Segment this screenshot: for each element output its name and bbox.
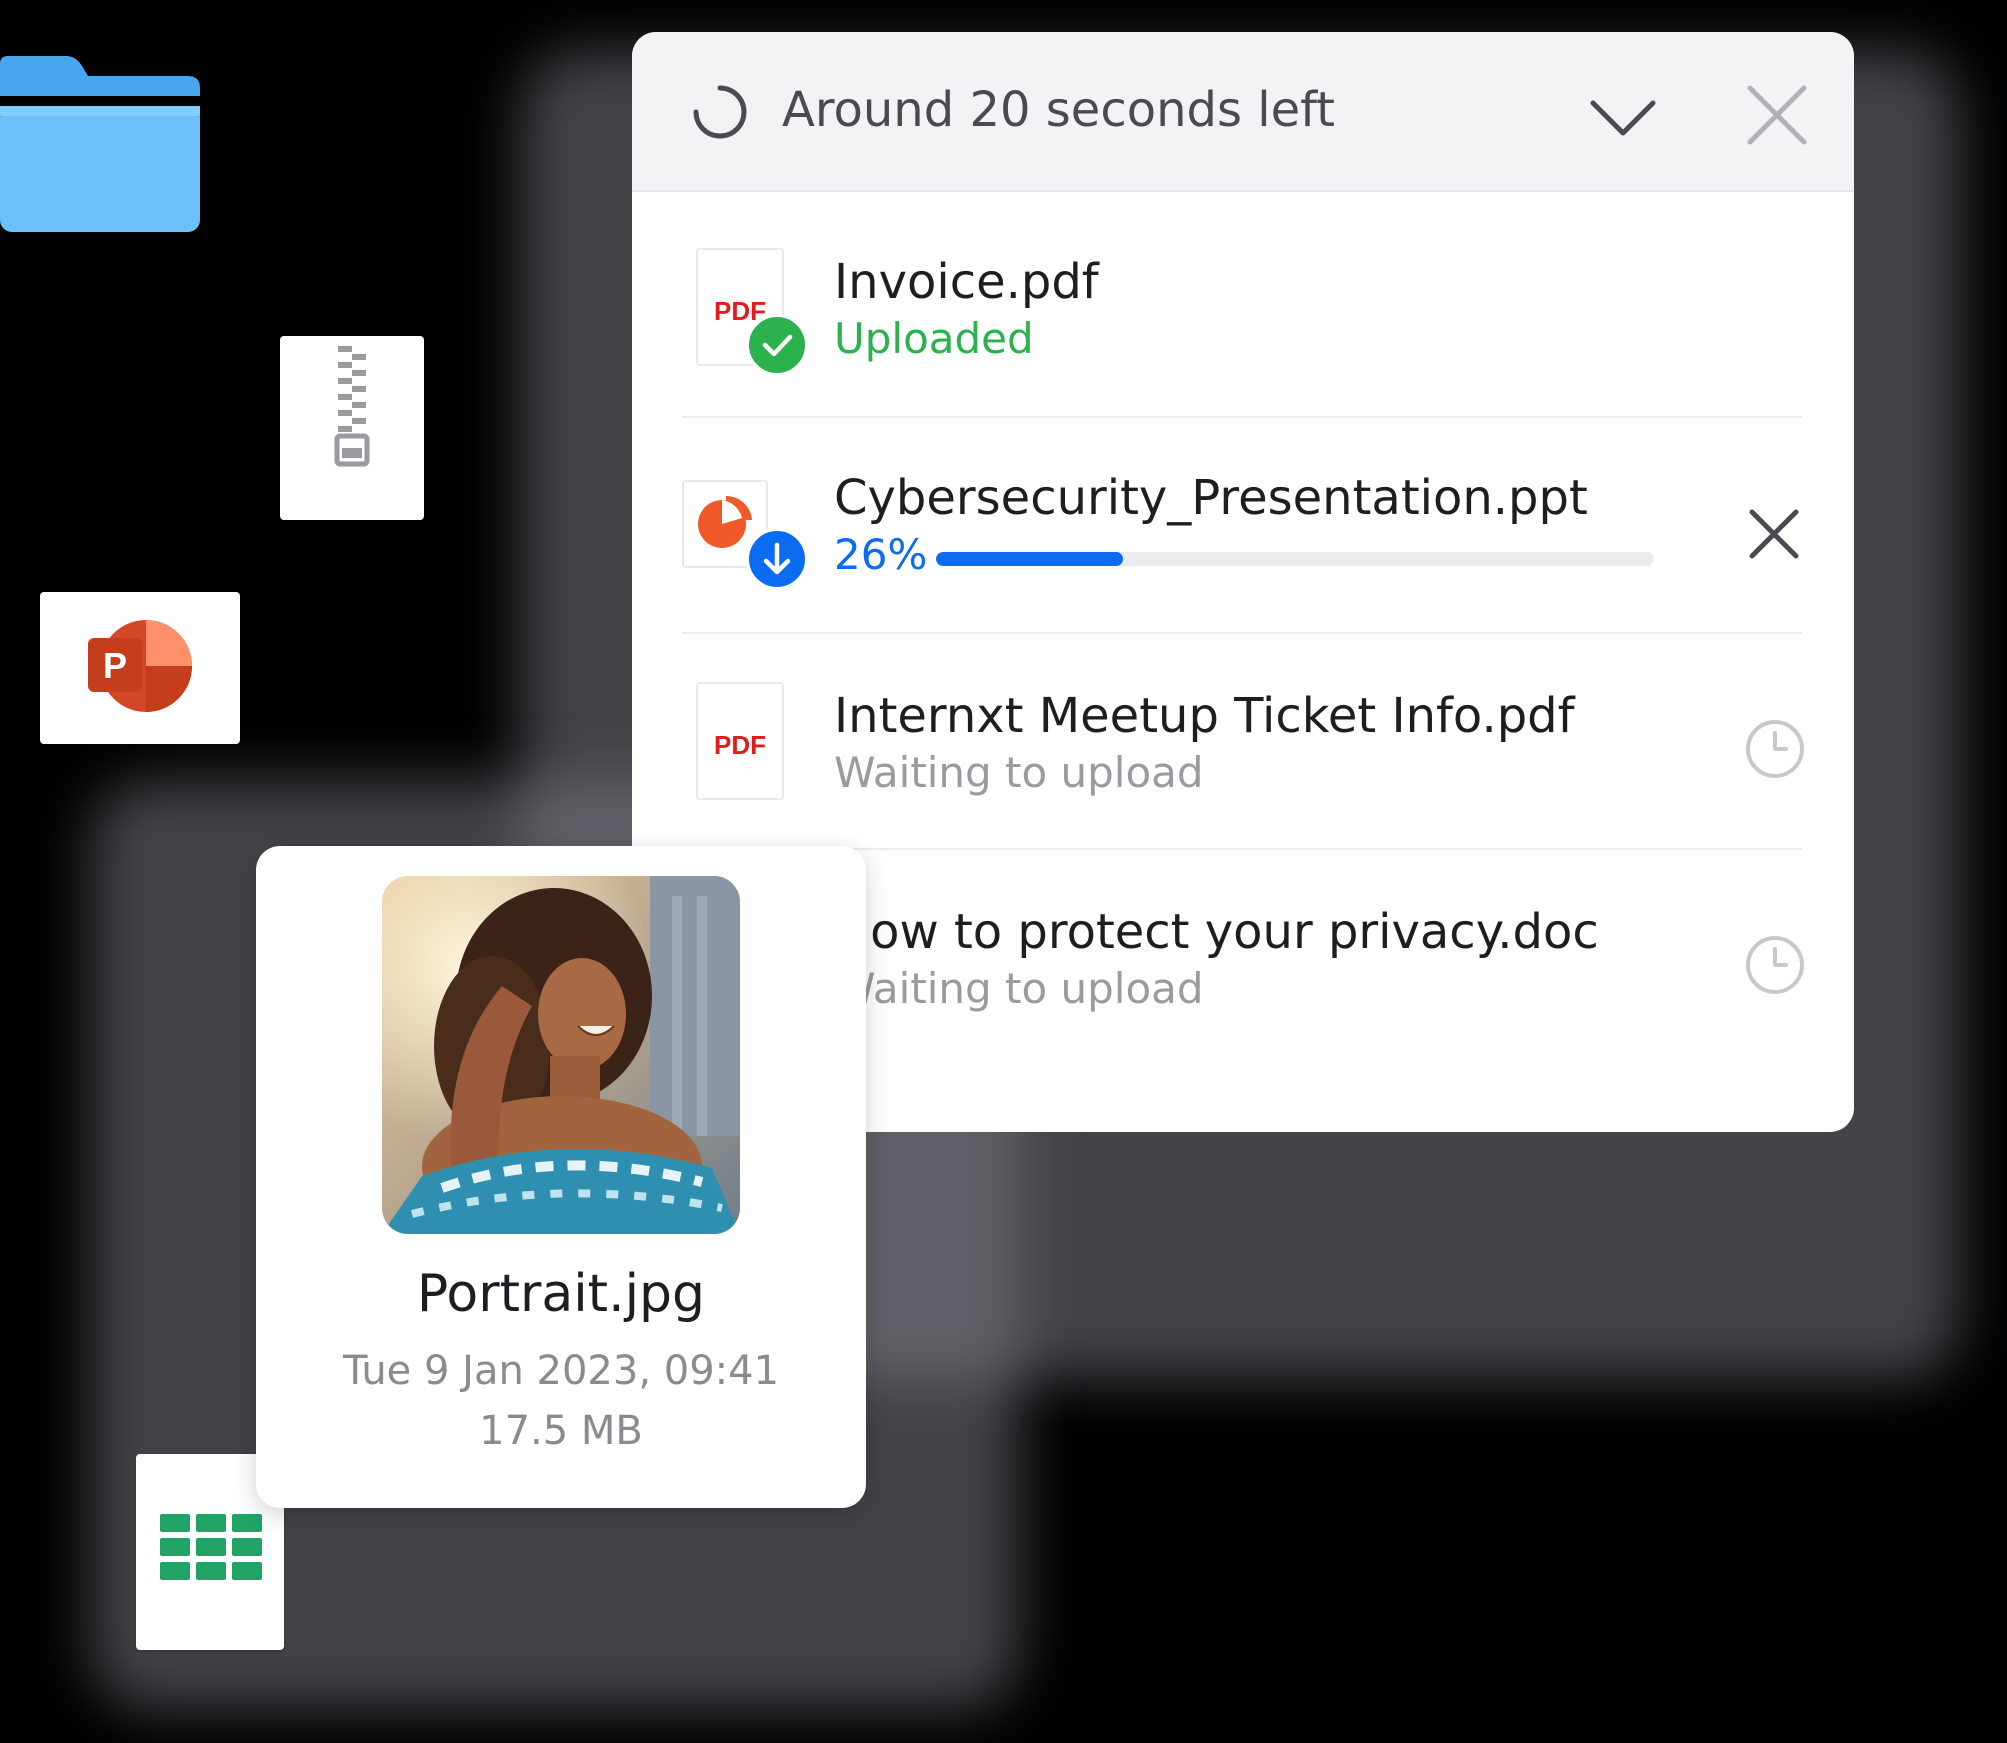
time-remaining-label: Around 20 seconds left [782,82,1335,138]
file-status: Waiting to upload [834,964,1204,1013]
powerpoint-icon: P [40,592,240,744]
row-divider [682,632,1802,634]
preview-file-date: Tue 9 Jan 2023, 09:41 [342,1348,780,1394]
file-name: Internxt Meetup Ticket Info.pdf [834,688,1575,744]
preview-file-name: Portrait.jpg [416,1264,706,1324]
pdf-file-icon: PDF [696,682,784,800]
clock-icon [1744,934,1806,996]
close-icon [1749,509,1799,559]
file-name: Cybersecurity_Presentation.ppt [834,470,1588,526]
cancel-upload-button[interactable] [1744,504,1804,564]
file-name: Invoice.pdf [834,254,1099,310]
zip-file-icon [280,336,424,520]
clock-icon [1744,718,1806,780]
upload-progress-bar [936,552,1654,566]
check-icon [746,314,808,376]
row-divider [682,416,1802,418]
file-preview-card[interactable]: Portrait.jpg Tue 9 Jan 2023, 09:41 17.5 … [256,846,866,1508]
spinner-icon [690,82,750,142]
svg-text:P: P [103,645,127,686]
file-status: Uploaded [834,314,1034,363]
upload-progress-fill [936,552,1123,566]
close-icon[interactable] [1744,82,1810,148]
file-name: How to protect your privacy.doc [834,904,1599,960]
preview-file-size: 17.5 MB [479,1408,643,1454]
download-arrow-icon [746,528,808,590]
chevron-down-icon[interactable] [1587,87,1659,147]
portrait-photo [382,876,740,1234]
folder-icon [0,56,200,232]
upload-panel-header: Around 20 seconds left [632,32,1854,192]
file-status: Waiting to upload [834,748,1204,797]
progress-percent: 26% [834,530,928,579]
